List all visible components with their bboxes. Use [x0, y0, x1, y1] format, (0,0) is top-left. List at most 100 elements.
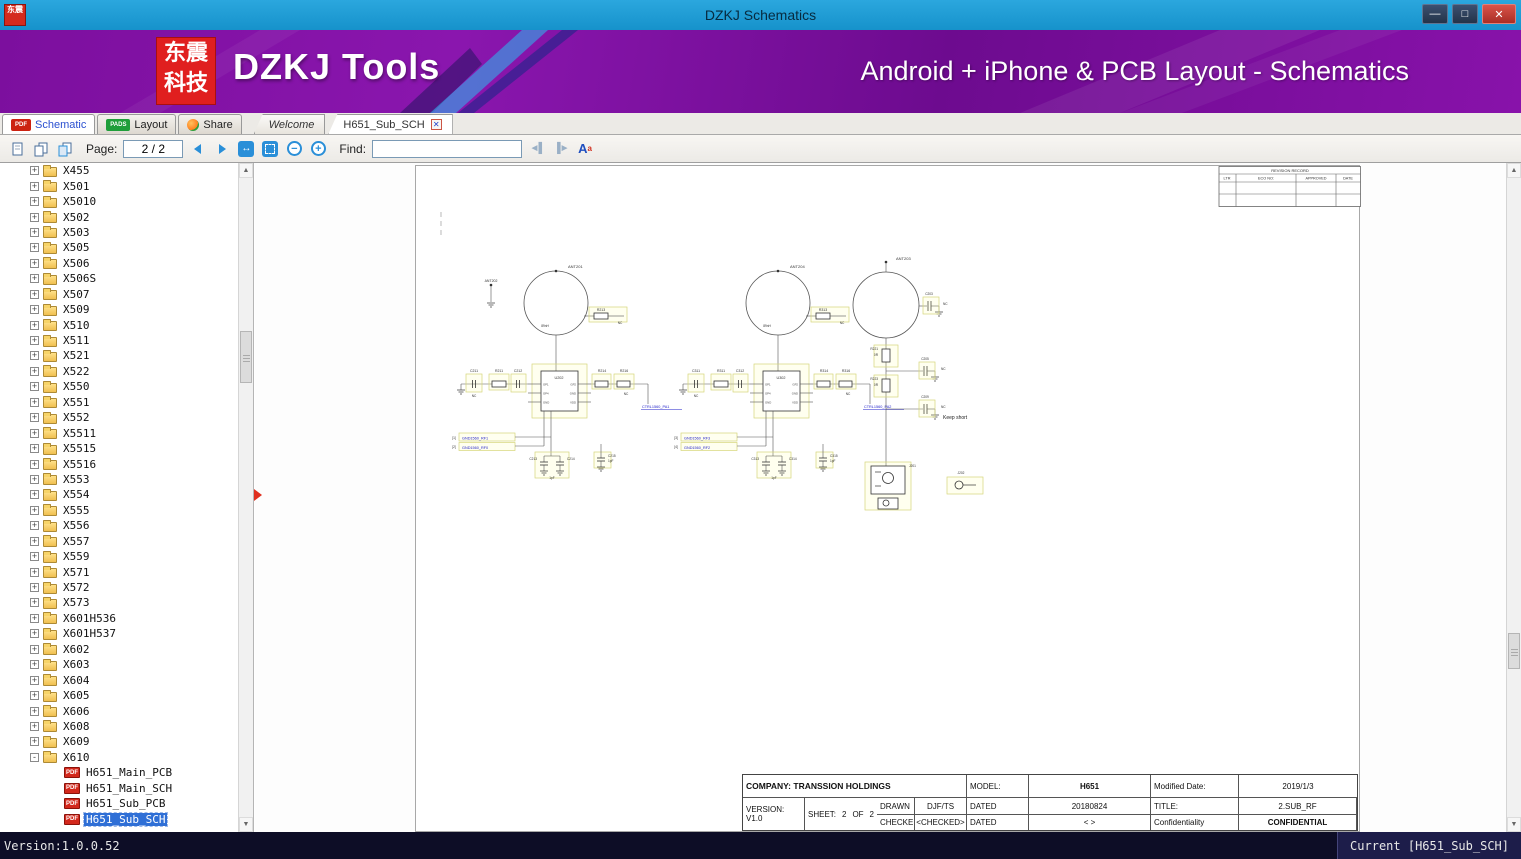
tree-expander-icon[interactable]: +: [30, 444, 39, 454]
doc-tab-active[interactable]: H651_Sub_SCH ✕: [328, 114, 453, 134]
tree-expander-icon[interactable]: +: [30, 675, 39, 685]
find-next-icon[interactable]: ▐►: [552, 140, 570, 158]
tree-folder-X610[interactable]: - X610: [0, 750, 238, 765]
tab-close-icon[interactable]: ✕: [430, 119, 442, 130]
tree-folder-X554[interactable]: + X554: [0, 487, 238, 502]
tree-expander-icon[interactable]: +: [30, 382, 39, 392]
tree-expander-icon[interactable]: +: [30, 552, 39, 562]
tree-expander-icon[interactable]: +: [30, 536, 39, 546]
multi-page-view-icon[interactable]: [56, 140, 74, 158]
tree-expander-icon[interactable]: +: [30, 258, 39, 268]
tree-expander-icon[interactable]: +: [30, 737, 39, 747]
tree-folder-X572[interactable]: + X572: [0, 580, 238, 595]
doc-tab-welcome[interactable]: Welcome: [253, 114, 326, 134]
tree-folder-X552[interactable]: + X552: [0, 410, 238, 425]
tab-share[interactable]: Share: [178, 114, 242, 134]
tree-folder-X605[interactable]: + X605: [0, 688, 238, 703]
scroll-down-icon[interactable]: ▼: [239, 817, 253, 832]
tree-expander-icon[interactable]: +: [30, 629, 39, 639]
find-input[interactable]: [372, 139, 523, 158]
tree-expander-icon[interactable]: +: [30, 397, 39, 407]
font-size-icon[interactable]: Aa: [576, 140, 594, 158]
zoom-out-icon[interactable]: −: [285, 140, 303, 158]
tree-expander-icon[interactable]: +: [30, 505, 39, 515]
tree-expander-icon[interactable]: +: [30, 583, 39, 593]
tree-folder-X606[interactable]: + X606: [0, 703, 238, 718]
tree-folder-X551[interactable]: + X551: [0, 395, 238, 410]
tree-expander-icon[interactable]: +: [30, 706, 39, 716]
tree-expander-icon[interactable]: +: [30, 413, 39, 423]
maximize-button[interactable]: □: [1452, 4, 1478, 24]
tree-folder-X507[interactable]: + X507: [0, 287, 238, 302]
close-button[interactable]: ✕: [1482, 4, 1516, 24]
tree-folder-X5010[interactable]: + X5010: [0, 194, 238, 209]
tree-folder-X553[interactable]: + X553: [0, 472, 238, 487]
tree-folder-X604[interactable]: + X604: [0, 672, 238, 687]
tree-folder-X573[interactable]: + X573: [0, 595, 238, 610]
tree-expander-icon[interactable]: +: [30, 305, 39, 315]
tree-folder-X571[interactable]: + X571: [0, 564, 238, 579]
tree-file-H651_Main_SCH[interactable]: PDF H651_Main_SCH: [0, 781, 238, 796]
tree-expander-icon[interactable]: +: [30, 336, 39, 346]
tree-expander-icon[interactable]: +: [30, 197, 39, 207]
tree-file-H651_Main_PCB[interactable]: PDF H651_Main_PCB: [0, 765, 238, 780]
tree-expander-icon[interactable]: +: [30, 212, 39, 222]
tab-layout[interactable]: PADS Layout: [97, 114, 177, 134]
tree-folder-X557[interactable]: + X557: [0, 534, 238, 549]
sidebar-scroll-thumb[interactable]: [240, 331, 252, 383]
zoom-in-icon[interactable]: +: [309, 140, 327, 158]
tree-folder-X609[interactable]: + X609: [0, 734, 238, 749]
tree-expander-icon[interactable]: +: [30, 289, 39, 299]
tree-folder-X608[interactable]: + X608: [0, 719, 238, 734]
tree-folder-X506S[interactable]: + X506S: [0, 271, 238, 286]
tree-expander-icon[interactable]: +: [30, 644, 39, 654]
viewer-scroll-up-icon[interactable]: ▲: [1507, 163, 1521, 178]
viewer-scrollbar[interactable]: ▲ ▼: [1506, 163, 1521, 832]
tab-schematic[interactable]: PDF Schematic: [2, 114, 96, 134]
tree-folder-X511[interactable]: + X511: [0, 333, 238, 348]
tree-folder-X501[interactable]: + X501: [0, 178, 238, 193]
two-page-view-icon[interactable]: [32, 140, 50, 158]
tree-folder-X555[interactable]: + X555: [0, 503, 238, 518]
viewer-scroll-thumb[interactable]: [1508, 633, 1520, 669]
single-page-view-icon[interactable]: [8, 140, 26, 158]
tree-expander-icon[interactable]: +: [30, 598, 39, 608]
tree-folder-X5515[interactable]: + X5515: [0, 441, 238, 456]
fit-width-icon[interactable]: ↔: [237, 140, 255, 158]
tree-expander-icon[interactable]: +: [30, 274, 39, 284]
tree-file-H651_Sub_SCH[interactable]: PDF H651_Sub_SCH: [0, 811, 238, 827]
tree-expander-icon[interactable]: +: [30, 490, 39, 500]
tree-expander-icon[interactable]: +: [30, 459, 39, 469]
tree-folder-X521[interactable]: + X521: [0, 348, 238, 363]
tree-expander-icon[interactable]: +: [30, 567, 39, 577]
tree-folder-X502[interactable]: + X502: [0, 209, 238, 224]
tree-expander-icon[interactable]: +: [30, 521, 39, 531]
prev-page-icon[interactable]: [189, 140, 207, 158]
tree-folder-X559[interactable]: + X559: [0, 549, 238, 564]
page-input[interactable]: [123, 139, 184, 158]
tree-folder-X503[interactable]: + X503: [0, 225, 238, 240]
scroll-up-icon[interactable]: ▲: [239, 163, 253, 178]
tree-expander-icon[interactable]: +: [30, 613, 39, 623]
tree-folder-X455[interactable]: + X455: [0, 163, 238, 178]
tree-folder-X550[interactable]: + X550: [0, 379, 238, 394]
tree-expander-icon[interactable]: +: [30, 166, 39, 176]
tree-folder-X602[interactable]: + X602: [0, 642, 238, 657]
tree-folder-X556[interactable]: + X556: [0, 518, 238, 533]
tree-folder-X510[interactable]: + X510: [0, 317, 238, 332]
tree-expander-icon[interactable]: +: [30, 691, 39, 701]
sidebar-scrollbar[interactable]: ▲ ▼: [238, 163, 253, 832]
tree-expander-icon[interactable]: +: [30, 181, 39, 191]
next-page-icon[interactable]: [213, 140, 231, 158]
tree-folder-X5511[interactable]: + X5511: [0, 425, 238, 440]
viewer-scroll-down-icon[interactable]: ▼: [1507, 817, 1521, 832]
tree-expander-icon[interactable]: +: [30, 366, 39, 376]
tree-expander-icon[interactable]: +: [30, 721, 39, 731]
tree-file-H651_Sub_PCB[interactable]: PDF H651_Sub_PCB: [0, 796, 238, 811]
tree-expander-icon[interactable]: +: [30, 428, 39, 438]
fit-page-icon[interactable]: [261, 140, 279, 158]
tree-folder-X5516[interactable]: + X5516: [0, 456, 238, 471]
minimize-button[interactable]: —: [1422, 4, 1448, 24]
tree-folder-X603[interactable]: + X603: [0, 657, 238, 672]
tree-folder-X505[interactable]: + X505: [0, 240, 238, 255]
